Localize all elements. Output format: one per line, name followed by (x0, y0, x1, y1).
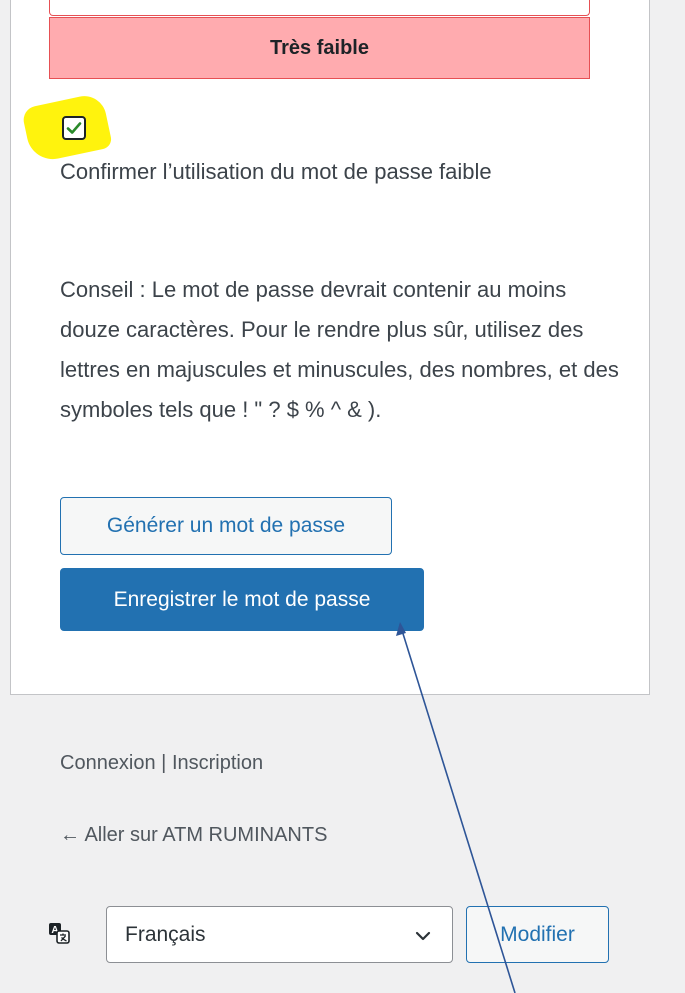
password-strength-label: Très faible (270, 36, 369, 59)
back-to-site-link[interactable]: ← Aller sur ATM RUMINANTS (60, 824, 327, 847)
password-strength-indicator: Très faible (49, 17, 590, 79)
nav-separator: | (155, 752, 172, 774)
login-register-links: Connexion | Inscription (60, 752, 263, 775)
confirm-weak-password-label: Confirmer l’utilisation du mot de passe … (60, 159, 492, 184)
checkmark-icon (66, 122, 82, 134)
translation-icon: A (48, 922, 70, 944)
generate-password-button[interactable]: Générer un mot de passe (60, 497, 392, 555)
language-select-value: Français (125, 922, 206, 946)
password-input[interactable] (49, 0, 590, 16)
login-link[interactable]: Connexion (60, 752, 156, 774)
chevron-down-icon (415, 931, 431, 941)
register-link[interactable]: Inscription (172, 752, 263, 774)
confirm-weak-password-checkbox[interactable] (62, 116, 86, 140)
password-hint: Conseil : Le mot de passe devrait conten… (60, 277, 619, 422)
save-password-button[interactable]: Enregistrer le mot de passe (60, 568, 424, 631)
modify-language-button[interactable]: Modifier (466, 906, 609, 963)
language-select[interactable]: Français (106, 906, 453, 963)
